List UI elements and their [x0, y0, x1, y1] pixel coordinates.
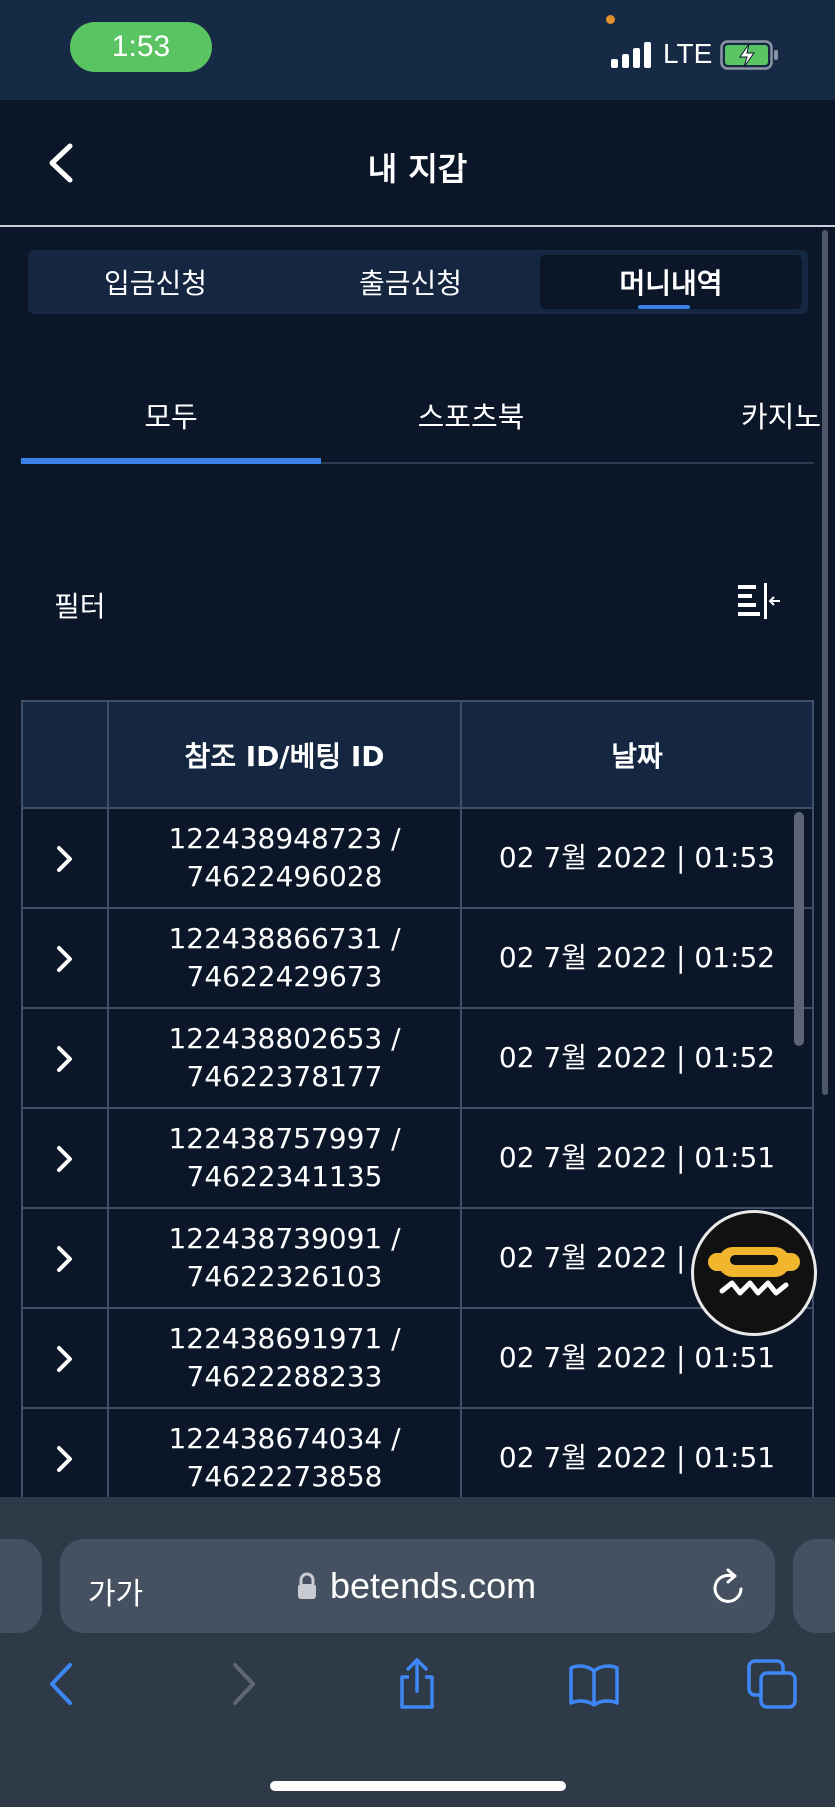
privacy-indicator-dot [606, 15, 615, 24]
ref-id-cell: 122438866731 / 74622429673 [107, 907, 462, 1009]
previous-tab-preview[interactable] [0, 1539, 42, 1633]
date-cell: 02 7월 2022 | 01:53 [460, 807, 814, 909]
category-tabs: 모두 스포츠북 카지노 [21, 370, 821, 464]
expand-cell[interactable] [21, 807, 109, 909]
category-active-indicator [21, 458, 321, 464]
tab-withdraw[interactable]: 출금신청 [283, 250, 538, 314]
bet-id: 74622378177 [186, 1060, 383, 1093]
table-row[interactable]: 122438757997 / 74622341135 02 7월 2022 | 0… [21, 1107, 814, 1209]
filter-icon[interactable] [736, 581, 782, 623]
signal-icon [611, 42, 653, 68]
url-text[interactable]: betends.com [330, 1565, 536, 1607]
tab-sportsbook[interactable]: 스포츠북 [321, 370, 621, 460]
chevron-right-icon[interactable] [54, 1244, 76, 1274]
text-size-button[interactable]: 가가 [88, 1569, 143, 1613]
chat-button[interactable] [691, 1210, 817, 1336]
ref-id-cell: 122438674034 / 74622273858 [107, 1407, 462, 1509]
page-title: 내 지갑 [367, 150, 468, 188]
status-time[interactable]: 1:53 [70, 22, 212, 72]
table-scrollbar[interactable] [794, 812, 804, 1046]
header-date: 날짜 [460, 700, 814, 809]
expand-cell[interactable] [21, 907, 109, 1009]
battery-icon [720, 40, 778, 70]
tab-casino[interactable]: 카지노 [721, 370, 835, 460]
bet-id: 74622288233 [186, 1360, 383, 1393]
table-row[interactable]: 122438674034 / 74622273858 02 7월 2022 | 0… [21, 1407, 814, 1509]
ref-id: 122438674034 / [168, 1422, 401, 1455]
next-tab-preview[interactable] [793, 1539, 835, 1633]
expand-cell[interactable] [21, 1407, 109, 1509]
date-cell: 02 7월 2022 | 01:51 [460, 1407, 814, 1509]
browser-forward-icon[interactable] [215, 1657, 269, 1711]
ref-id: 122438691971 / [168, 1322, 401, 1355]
tab-money-history[interactable]: 머니내역 [540, 255, 802, 309]
chevron-right-icon[interactable] [54, 844, 76, 874]
ref-id-cell: 122438802653 / 74622378177 [107, 1007, 462, 1109]
bet-id: 74622273858 [186, 1460, 383, 1493]
ref-id: 122438757997 / [168, 1122, 401, 1155]
chevron-right-icon[interactable] [54, 1144, 76, 1174]
expand-cell[interactable] [21, 1307, 109, 1409]
bet-id: 74622341135 [186, 1160, 383, 1193]
browser-back-icon[interactable] [36, 1657, 90, 1711]
ref-id: 122438866731 / [168, 922, 401, 955]
wallet-tabs: 입금신청 출금신청 머니내역 [28, 250, 808, 314]
browser-toolbar: 가가 betends.com [0, 1497, 835, 1807]
header-ref-id: 참조 ID/베팅 ID [107, 700, 462, 809]
network-label: LTE [663, 38, 713, 69]
reload-icon[interactable] [710, 1567, 748, 1607]
expand-cell[interactable] [21, 1007, 109, 1109]
money-history-table: 참조 ID/베팅 ID 날짜 122438948723 / 74622496028… [21, 700, 814, 1509]
bet-id: 74622326103 [186, 1260, 383, 1293]
chevron-right-icon[interactable] [54, 944, 76, 974]
ref-id-cell: 122438948723 / 74622496028 [107, 807, 462, 909]
app-header: 내 지갑 [0, 100, 835, 227]
date-cell: 02 7월 2022 | 01:52 [460, 1007, 814, 1109]
lock-icon [298, 1572, 316, 1599]
table-row[interactable]: 122438866731 / 74622429673 02 7월 2022 | 0… [21, 907, 814, 1009]
ref-id-cell: 122438739091 / 74622326103 [107, 1207, 462, 1309]
ref-id: 122438802653 / [168, 1022, 401, 1055]
bet-id: 74622429673 [186, 960, 383, 993]
header-expand [21, 700, 109, 809]
chevron-right-icon[interactable] [54, 1044, 76, 1074]
share-icon[interactable] [390, 1657, 444, 1711]
table-row[interactable]: 122438802653 / 74622378177 02 7월 2022 | 0… [21, 1007, 814, 1109]
expand-cell[interactable] [21, 1107, 109, 1209]
ref-id: 122438739091 / [168, 1222, 401, 1255]
ref-id: 122438948723 / [168, 822, 401, 855]
date-cell: 02 7월 2022 | 01:52 [460, 907, 814, 1009]
active-tab-indicator [638, 305, 690, 309]
filter-label: 필터 [54, 590, 106, 623]
chat-icon [708, 1247, 800, 1296]
bet-id: 74622496028 [186, 860, 383, 893]
tabs-icon[interactable] [745, 1657, 799, 1711]
chevron-right-icon[interactable] [54, 1344, 76, 1374]
address-bar[interactable]: 가가 betends.com [60, 1539, 775, 1633]
status-bar: 1:53 LTE [0, 0, 835, 100]
page-scrollbar[interactable] [822, 230, 828, 1095]
expand-cell[interactable] [21, 1207, 109, 1309]
tab-all[interactable]: 모두 [21, 370, 321, 460]
ref-id-cell: 122438691971 / 74622288233 [107, 1307, 462, 1409]
ref-id-cell: 122438757997 / 74622341135 [107, 1107, 462, 1209]
chevron-right-icon[interactable] [54, 1444, 76, 1474]
home-indicator[interactable] [270, 1781, 566, 1791]
bookmarks-icon[interactable] [567, 1657, 621, 1711]
date-cell: 02 7월 2022 | 01:51 [460, 1107, 814, 1209]
table-header-row: 참조 ID/베팅 ID 날짜 [21, 700, 814, 809]
tab-deposit[interactable]: 입금신청 [28, 250, 283, 314]
table-row[interactable]: 122438948723 / 74622496028 02 7월 2022 | 0… [21, 807, 814, 909]
